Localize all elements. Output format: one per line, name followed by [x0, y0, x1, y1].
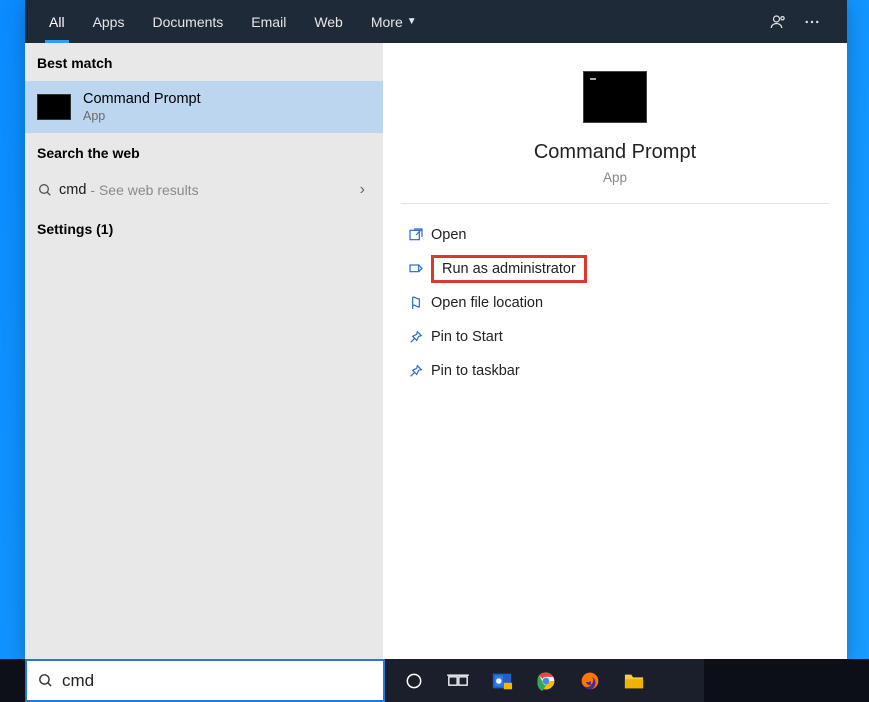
- action-label: Open file location: [431, 292, 543, 314]
- pin-icon: [401, 329, 431, 345]
- action-pin-to-taskbar[interactable]: Pin to taskbar: [401, 354, 829, 388]
- search-icon: [37, 672, 54, 689]
- tab-web[interactable]: Web: [300, 0, 357, 43]
- taskbar-search-box[interactable]: [25, 659, 385, 702]
- search-filter-tabbar: All Apps Documents Email Web More ▼: [25, 0, 847, 43]
- task-view-icon[interactable]: [447, 670, 469, 692]
- tab-label: Email: [251, 14, 286, 30]
- settings-results-row[interactable]: Settings (1): [25, 209, 383, 249]
- shield-icon: [401, 261, 431, 277]
- best-match-result[interactable]: Command Prompt App: [25, 81, 383, 133]
- action-label: Pin to Start: [431, 326, 503, 348]
- tab-all[interactable]: All: [35, 0, 79, 43]
- tab-label: Apps: [93, 14, 125, 30]
- action-label: Pin to taskbar: [431, 360, 520, 382]
- action-open[interactable]: Open: [401, 218, 829, 252]
- file-explorer-icon[interactable]: [623, 670, 645, 692]
- action-open-file-location[interactable]: Open file location: [401, 286, 829, 320]
- search-results-panel: All Apps Documents Email Web More ▼ Best…: [25, 0, 847, 659]
- web-hint: - See web results: [90, 182, 198, 198]
- start-button[interactable]: [0, 659, 25, 702]
- tab-label: All: [49, 14, 65, 30]
- search-web-heading: Search the web: [25, 133, 383, 171]
- web-query: cmd: [59, 182, 86, 198]
- actions-list: Open Run as administrator Open file loca…: [383, 204, 847, 402]
- preview-title: Command Prompt: [534, 141, 696, 164]
- best-match-heading: Best match: [25, 43, 383, 81]
- taskbar: [0, 659, 869, 702]
- account-icon[interactable]: [769, 13, 803, 31]
- action-run-as-administrator[interactable]: Run as administrator: [401, 252, 829, 286]
- outlook-icon[interactable]: [491, 670, 513, 692]
- tab-email[interactable]: Email: [237, 0, 300, 43]
- more-options-icon[interactable]: [803, 13, 837, 31]
- firefox-icon[interactable]: [579, 670, 601, 692]
- chevron-down-icon: ▼: [407, 16, 417, 27]
- action-pin-to-start[interactable]: Pin to Start: [401, 320, 829, 354]
- preview-subtitle: App: [603, 170, 627, 185]
- tab-label: Documents: [152, 14, 223, 30]
- settings-label: Settings (1): [37, 221, 113, 237]
- search-icon: [37, 182, 59, 198]
- result-subtitle: App: [83, 109, 201, 123]
- search-input[interactable]: [62, 671, 373, 691]
- preview-header: Command Prompt App: [401, 43, 829, 204]
- open-icon: [401, 227, 431, 243]
- action-label: Open: [431, 224, 466, 246]
- tab-label: More: [371, 14, 403, 30]
- command-prompt-icon: [37, 94, 71, 120]
- results-column: Best match Command Prompt App Search the…: [25, 43, 383, 659]
- tab-label: Web: [314, 14, 343, 30]
- taskbar-apps: [385, 659, 869, 702]
- preview-column: Command Prompt App Open Run as administr…: [383, 43, 847, 659]
- panel-body: Best match Command Prompt App Search the…: [25, 43, 847, 659]
- taskbar-tray[interactable]: [704, 659, 869, 702]
- preview-app-icon: [583, 71, 647, 123]
- chrome-icon[interactable]: [535, 670, 557, 692]
- tab-apps[interactable]: Apps: [79, 0, 139, 43]
- tab-documents[interactable]: Documents: [138, 0, 237, 43]
- pin-icon: [401, 363, 431, 379]
- action-label: Run as administrator: [431, 255, 587, 283]
- result-title: Command Prompt: [83, 91, 201, 107]
- result-text: Command Prompt App: [83, 91, 201, 123]
- chevron-right-icon: ›: [360, 181, 371, 199]
- cortana-icon[interactable]: [403, 670, 425, 692]
- web-result-row[interactable]: cmd - See web results ›: [25, 171, 383, 209]
- tab-more[interactable]: More ▼: [357, 0, 431, 43]
- folder-icon: [401, 295, 431, 311]
